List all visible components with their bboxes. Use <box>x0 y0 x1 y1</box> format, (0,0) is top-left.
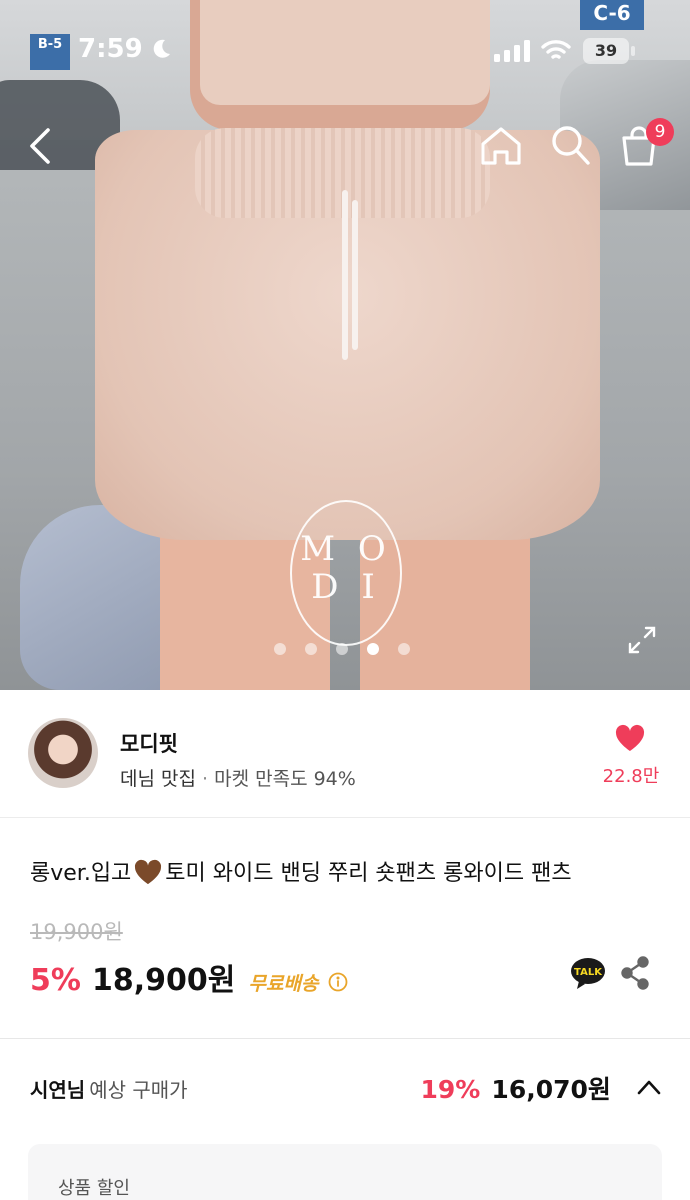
brown-heart-icon <box>135 859 162 885</box>
discount-breakdown-box: 상품 할인 <box>28 1144 662 1200</box>
discount-rate: 5% <box>30 963 81 998</box>
wifi-icon <box>541 40 571 59</box>
product-discount-label: 상품 할인 <box>58 1178 130 1199</box>
carousel-dot[interactable] <box>398 643 410 655</box>
member-discount-rate: 19% <box>420 1075 481 1104</box>
member-expected-price-row[interactable]: 시연님 예상 구매가 19% 16,070원 <box>30 1074 662 1114</box>
cart-count-badge: 9 <box>646 118 674 146</box>
section-divider <box>0 1038 690 1039</box>
seller-name[interactable]: 모디핏 <box>120 728 178 758</box>
sale-price: 18,900원 <box>92 963 236 998</box>
price-row: 5% 18,900원 무료배송 <box>30 955 348 998</box>
product-title-suffix: 토미 와이드 밴딩 쭈리 숏팬츠 롱와이드 팬츠 <box>165 861 572 886</box>
carousel-pagination <box>274 643 410 655</box>
brand-watermark: M OD I <box>300 529 392 607</box>
product-title: 롱ver.입고 토미 와이드 밴딩 쭈리 숏팬츠 롱와이드 팬츠 <box>30 855 572 887</box>
photo-top <box>200 0 490 105</box>
seller-info: 데님 맛집 · 마켓 만족도 94% <box>120 764 356 791</box>
status-time: 7:59 <box>78 34 143 64</box>
seller-section[interactable]: 모디핏 데님 맛집 · 마켓 만족도 94% 22.8만 <box>0 690 690 818</box>
seller-tag: 데님 맛집 <box>120 768 196 790</box>
member-price-group: 19% 16,070원 <box>420 1070 662 1106</box>
seller-avatar[interactable] <box>28 718 98 788</box>
chevron-up-icon[interactable] <box>636 1078 662 1096</box>
photo-drawstring <box>352 200 358 350</box>
info-icon[interactable] <box>328 972 348 992</box>
photo-drawstring <box>342 190 348 360</box>
battery-cap <box>631 46 635 56</box>
product-title-prefix: 롱ver.입고 <box>30 861 132 886</box>
carousel-dot[interactable] <box>274 643 286 655</box>
photo-sign: B-5 <box>30 34 70 70</box>
home-icon[interactable] <box>478 124 524 168</box>
seller-satisfaction: 마켓 만족도 94% <box>214 768 356 790</box>
product-image-carousel[interactable]: B-5 C-6 M OD I <box>0 0 690 690</box>
carousel-dot[interactable] <box>336 643 348 655</box>
signal-icon <box>494 40 530 62</box>
original-price: 19,900원 <box>30 920 123 944</box>
back-icon[interactable] <box>24 124 58 168</box>
svg-text:TALK: TALK <box>574 967 603 978</box>
search-icon[interactable] <box>548 122 592 168</box>
kakaotalk-icon[interactable]: TALK <box>570 956 606 990</box>
separator: · <box>202 768 209 790</box>
photo-sign: C-6 <box>580 0 644 30</box>
carousel-dot-active[interactable] <box>367 643 379 655</box>
carousel-dot[interactable] <box>305 643 317 655</box>
battery-indicator: 39 <box>583 38 629 64</box>
expand-icon[interactable] <box>626 624 658 656</box>
member-name: 시연님 <box>30 1078 86 1102</box>
member-expected-price: 16,070원 <box>491 1075 611 1104</box>
like-count: 22.8만 <box>602 766 660 787</box>
free-shipping-label: 무료배송 <box>248 973 319 995</box>
moon-icon <box>153 39 170 58</box>
heart-icon[interactable] <box>614 724 646 752</box>
share-icon[interactable] <box>620 956 650 990</box>
expected-price-label: 예상 구매가 <box>89 1078 188 1102</box>
